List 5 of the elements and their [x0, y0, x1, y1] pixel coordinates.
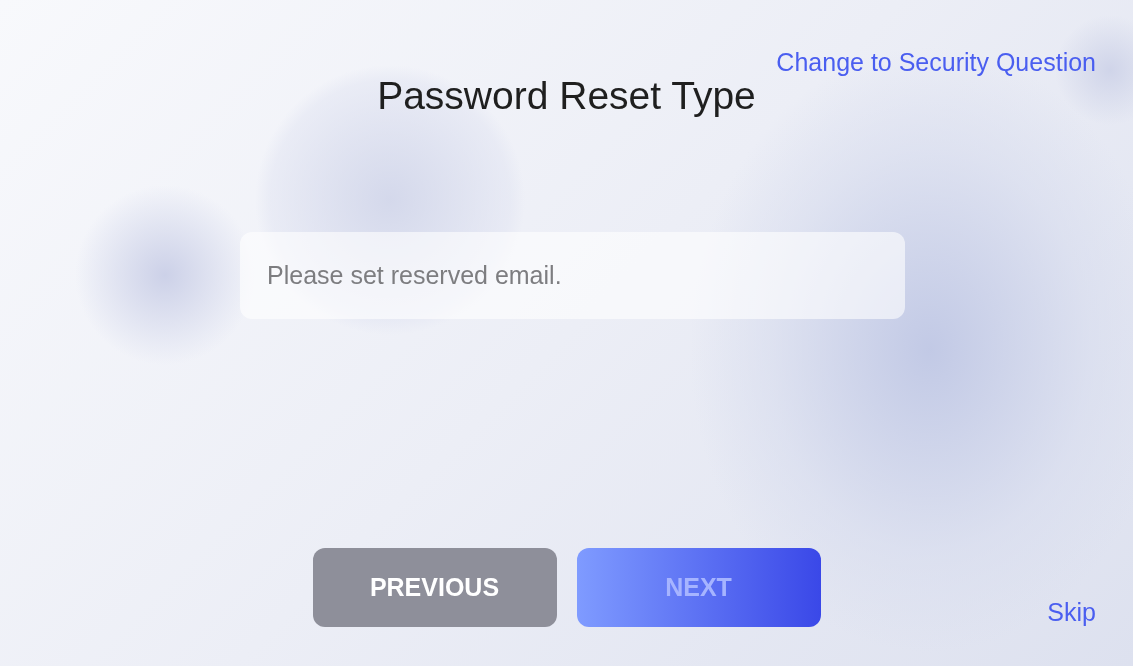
email-input-field[interactable]: Please set reserved email. [240, 232, 905, 319]
skip-link[interactable]: Skip [1047, 598, 1096, 627]
page-title: Password Reset Type [377, 74, 756, 119]
previous-button[interactable]: PREVIOUS [312, 548, 557, 627]
change-security-question-link[interactable]: Change to Security Question [776, 48, 1096, 77]
